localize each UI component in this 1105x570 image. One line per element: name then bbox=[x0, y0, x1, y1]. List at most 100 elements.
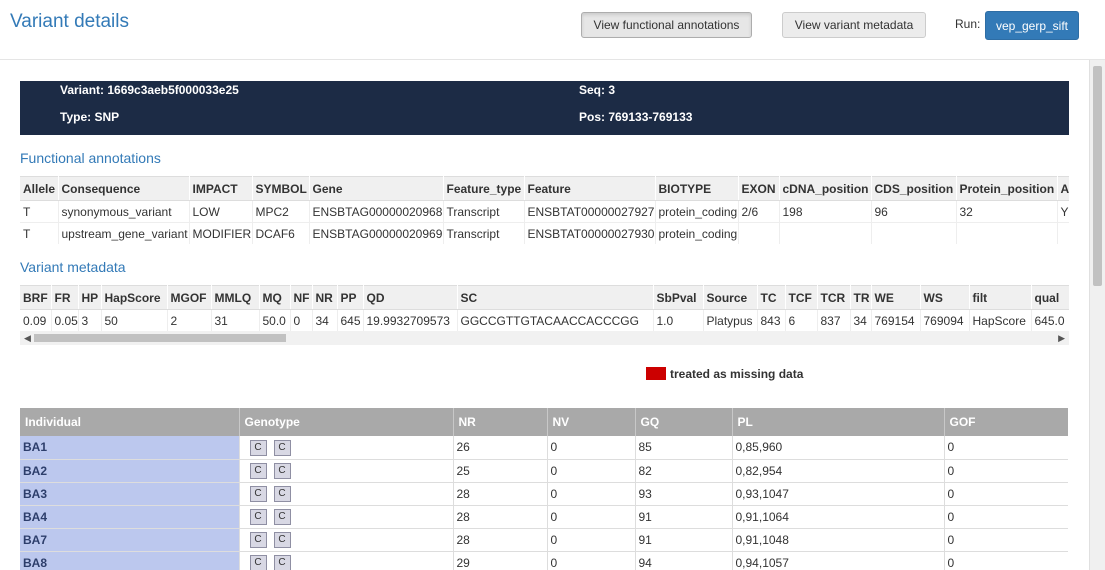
functional-header[interactable]: IMPACT bbox=[189, 176, 253, 201]
functional-header[interactable]: Feature_type bbox=[443, 176, 525, 201]
metadata-header[interactable]: FR bbox=[51, 285, 79, 310]
functional-header[interactable]: Gene bbox=[309, 176, 444, 201]
functional-cell: T bbox=[20, 200, 59, 223]
allele-1[interactable]: C bbox=[249, 509, 267, 525]
functional-cell bbox=[871, 222, 957, 244]
functional-header[interactable]: BIOTYPE bbox=[655, 176, 739, 201]
metadata-header[interactable]: TCR bbox=[817, 285, 851, 310]
allele-2[interactable]: C bbox=[273, 463, 291, 479]
metadata-header[interactable]: HP bbox=[78, 285, 102, 310]
metadata-header[interactable]: TC bbox=[757, 285, 786, 310]
metadata-header[interactable]: WE bbox=[871, 285, 921, 310]
metadata-header[interactable]: QD bbox=[363, 285, 458, 310]
allele-1[interactable]: C bbox=[249, 555, 267, 570]
individual-row: BA3 C C 28 0 93 0,93,1047 0 bbox=[20, 482, 1068, 506]
individuals-header[interactable]: Individual bbox=[20, 408, 240, 436]
scroll-left-icon[interactable]: ◀ bbox=[24, 333, 31, 343]
allele-2[interactable]: C bbox=[273, 532, 291, 548]
functional-header[interactable]: Protein_position bbox=[956, 176, 1058, 201]
metadata-header[interactable]: filt bbox=[969, 285, 1032, 310]
individual-gof: 0 bbox=[944, 482, 1068, 506]
functional-header[interactable]: Consequence bbox=[58, 176, 190, 201]
individual-pl: 0,85,960 bbox=[732, 436, 945, 460]
functional-annotations-table-wrap: Allele Consequence IMPACT SYMBOL Gene Feature… bbox=[20, 176, 1069, 244]
functional-cell: MODIFIER bbox=[189, 222, 253, 244]
scroll-right-icon[interactable]: ▶ bbox=[1058, 333, 1065, 343]
metadata-header[interactable]: HapScore bbox=[101, 285, 168, 310]
functional-cell: protein_coding bbox=[655, 200, 739, 223]
functional-header[interactable]: cDNA_position bbox=[779, 176, 872, 201]
functional-cell: protein_coding bbox=[655, 222, 739, 244]
individual-gof: 0 bbox=[944, 551, 1068, 570]
metadata-header[interactable]: MGOF bbox=[167, 285, 212, 310]
metadata-header[interactable]: MQ bbox=[259, 285, 291, 310]
allele-2[interactable]: C bbox=[273, 486, 291, 502]
functional-header[interactable]: Feature bbox=[524, 176, 656, 201]
metadata-header[interactable]: TCF bbox=[785, 285, 818, 310]
functional-cell bbox=[956, 222, 1058, 244]
genotype-cell: CC bbox=[239, 436, 454, 460]
allele-1[interactable]: C bbox=[249, 532, 267, 548]
metadata-header[interactable]: NF bbox=[290, 285, 313, 310]
functional-header[interactable]: EXON bbox=[738, 176, 780, 201]
metadata-cell: 31 bbox=[211, 309, 260, 331]
metadata-header[interactable]: MMLQ bbox=[211, 285, 260, 310]
individual-row: BA2 C C 25 0 82 0,82,954 0 bbox=[20, 459, 1068, 483]
metadata-header[interactable]: NR bbox=[312, 285, 338, 310]
metadata-cell: 19.9932709573 bbox=[363, 309, 458, 331]
functional-header[interactable]: Allele bbox=[20, 176, 59, 201]
individuals-table: Individual Genotype NR NV GQ PL GOF BA1 C C 26 0 85… bbox=[20, 408, 1068, 570]
allele-1[interactable]: C bbox=[249, 439, 267, 456]
metadata-cell: 34 bbox=[850, 309, 872, 331]
individual-gq: 91 bbox=[635, 528, 733, 552]
metadata-cell: Platypus bbox=[703, 309, 758, 331]
view-variant-metadata-button[interactable]: View variant metadata bbox=[782, 12, 926, 38]
individual-gof: 0 bbox=[944, 459, 1068, 483]
metadata-header[interactable]: BRF bbox=[20, 285, 52, 310]
page-scrollbar-thumb[interactable] bbox=[1093, 66, 1102, 286]
functional-cell bbox=[1057, 222, 1069, 244]
allele-2[interactable]: C bbox=[273, 555, 291, 570]
individual-nr: 28 bbox=[453, 505, 548, 529]
metadata-header[interactable]: SbPval bbox=[653, 285, 704, 310]
individuals-header[interactable]: NV bbox=[547, 408, 636, 436]
run-select-button[interactable]: vep_gerp_sift bbox=[985, 11, 1079, 40]
individual-gq: 94 bbox=[635, 551, 733, 570]
metadata-header[interactable]: TR bbox=[850, 285, 872, 310]
individuals-header[interactable]: GOF bbox=[944, 408, 1068, 436]
metadata-header[interactable]: SC bbox=[457, 285, 654, 310]
metadata-cell: 3 bbox=[78, 309, 102, 331]
view-functional-annotations-button[interactable]: View functional annotations bbox=[581, 12, 752, 38]
metadata-horizontal-scrollbar[interactable]: ◀ ▶ bbox=[20, 331, 1069, 345]
individuals-header[interactable]: PL bbox=[732, 408, 945, 436]
individuals-header[interactable]: GQ bbox=[635, 408, 733, 436]
genotype-cell: CC bbox=[239, 505, 454, 529]
allele-1[interactable]: C bbox=[249, 463, 267, 479]
metadata-cell: 769154 bbox=[871, 309, 921, 331]
page-scrollbar[interactable] bbox=[1089, 60, 1105, 570]
individuals-header[interactable]: Genotype bbox=[239, 408, 454, 436]
missing-data-legend: treated as missing data bbox=[646, 367, 803, 381]
metadata-header[interactable]: Source bbox=[703, 285, 758, 310]
functional-header[interactable]: A bbox=[1057, 176, 1069, 201]
variant-metadata-table-wrap: BRF FR HP HapScore MGOF MMLQ MQ NF NR PP QD SC SbPva… bbox=[20, 285, 1069, 331]
functional-header[interactable]: CDS_position bbox=[871, 176, 957, 201]
individual-gq: 85 bbox=[635, 436, 733, 460]
allele-1[interactable]: C bbox=[249, 486, 267, 502]
allele-2[interactable]: C bbox=[273, 509, 291, 525]
metadata-scrollbar-thumb[interactable] bbox=[34, 334, 286, 342]
individuals-header[interactable]: NR bbox=[453, 408, 548, 436]
functional-cell: synonymous_variant bbox=[58, 200, 190, 223]
allele-2[interactable]: C bbox=[273, 439, 291, 456]
functional-cell: T bbox=[20, 222, 59, 244]
metadata-header[interactable]: qual bbox=[1031, 285, 1069, 310]
metadata-header[interactable]: PP bbox=[337, 285, 364, 310]
individual-name: BA1 bbox=[20, 436, 240, 460]
metadata-cell: 645.0 bbox=[1031, 309, 1069, 331]
metadata-cell: 0.09 bbox=[20, 309, 52, 331]
individual-nv: 0 bbox=[547, 436, 636, 460]
functional-row: Tsynonymous_variant LOW MPC2 ENSBTAG0000002… bbox=[20, 200, 1069, 223]
metadata-cell: 6 bbox=[785, 309, 818, 331]
metadata-header[interactable]: WS bbox=[920, 285, 970, 310]
functional-header[interactable]: SYMBOL bbox=[252, 176, 310, 201]
